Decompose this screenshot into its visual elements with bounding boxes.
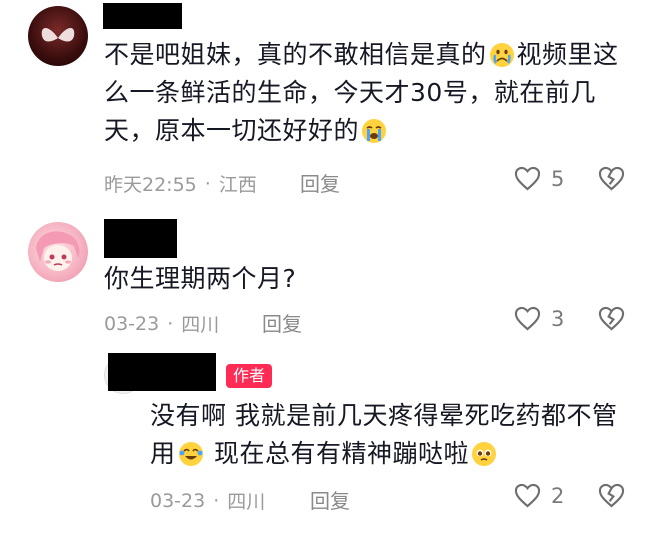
avatar[interactable] <box>28 6 88 66</box>
dislike-button[interactable] <box>598 483 625 512</box>
comment-time: 昨天22:55 <box>104 174 197 196</box>
reply-button[interactable]: 回复 <box>262 308 302 337</box>
like-button[interactable]: 2 <box>514 483 564 508</box>
comment-meta: 03-23 · 四川 <box>150 487 265 514</box>
redacted-username <box>104 219 177 258</box>
author-badge: 作者 <box>226 364 273 388</box>
separator-dot: · <box>167 312 174 335</box>
comment-location: 江西 <box>218 174 257 196</box>
separator-dot: · <box>213 489 220 512</box>
reply-button[interactable]: 回复 <box>310 485 350 514</box>
comment-location: 四川 <box>227 491 266 513</box>
comment-text: 不是吧姐妹，真的不敢相信是真的 视频里这 么一条鲜活的生命，今天才30号，就在前几… <box>104 40 619 145</box>
loudly-crying-emoji-icon <box>362 119 387 143</box>
comment-text: 没有啊 我就是前几天疼得晕死吃药都不管 用 现在总有有精神蹦哒啦 <box>150 401 618 468</box>
broken-heart-icon <box>598 166 625 191</box>
heart-icon <box>514 166 541 191</box>
comment-text: 你生理期两个月? <box>104 264 297 293</box>
tearful-laughing-emoji-icon <box>178 442 203 466</box>
heart-icon <box>514 483 541 508</box>
comment-meta: 昨天22:55 · 江西 <box>104 170 257 197</box>
like-count: 3 <box>551 306 565 331</box>
anime-avatar-icon <box>36 231 80 271</box>
like-count: 5 <box>551 166 565 191</box>
avatar[interactable] <box>28 222 88 282</box>
like-button[interactable]: 5 <box>514 166 564 191</box>
comment-time: 03-23 <box>104 312 160 335</box>
redacted-username <box>103 3 182 29</box>
redacted-username <box>108 353 216 391</box>
comment-location: 四川 <box>181 314 220 336</box>
dislike-button[interactable] <box>598 306 625 335</box>
broken-heart-icon <box>598 483 625 508</box>
comment-meta: 03-23 · 四川 <box>104 310 219 337</box>
dislike-button[interactable] <box>598 166 625 195</box>
like-button[interactable]: 3 <box>514 306 564 331</box>
broken-heart-icon <box>598 306 625 331</box>
crying-face-emoji-icon <box>489 43 514 67</box>
pleading-face-emoji-icon <box>471 442 496 466</box>
comment-time: 03-23 <box>150 489 206 512</box>
separator-dot: · <box>204 172 211 195</box>
butterfly-icon <box>41 27 75 42</box>
heart-icon <box>514 306 541 331</box>
like-count: 2 <box>551 483 565 508</box>
reply-button[interactable]: 回复 <box>300 168 340 197</box>
